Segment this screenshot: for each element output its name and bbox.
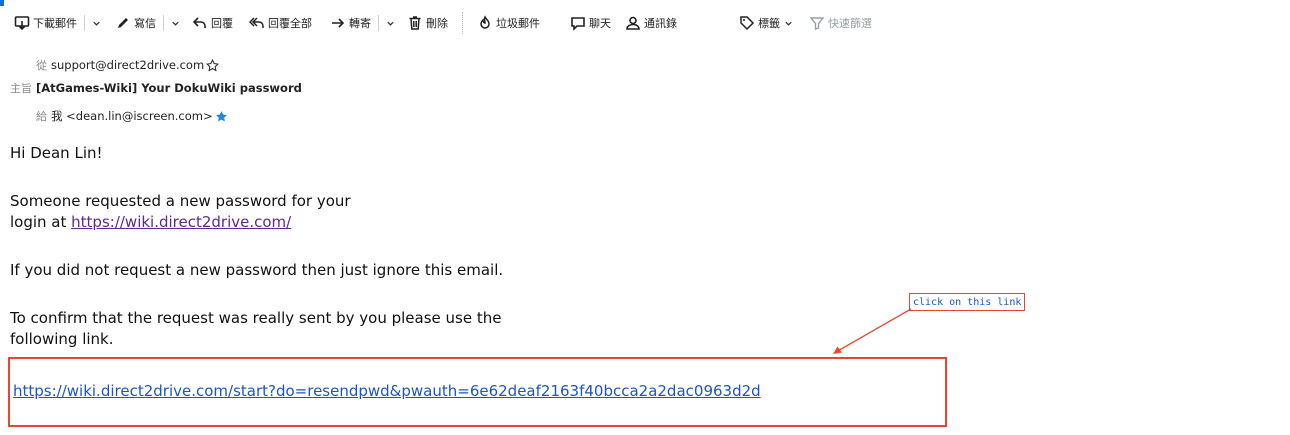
download-icon [14, 15, 30, 31]
to-label: 給 [36, 110, 47, 123]
contacts-icon [625, 15, 641, 31]
toolbar-divider [378, 15, 379, 31]
trash-icon [407, 15, 423, 31]
click-callout: click on this link [909, 293, 1026, 311]
toolbar-divider [84, 15, 85, 31]
chat-button[interactable]: 聊天 [566, 12, 615, 34]
download-dropdown-chevron-icon[interactable] [91, 15, 101, 31]
chat-icon [570, 15, 586, 31]
contacts-label: 通訊錄 [644, 17, 677, 30]
from-row: 從 support@direct2drive.com [36, 57, 220, 73]
to-address[interactable]: 我 <dean.lin@iscreen.com> [51, 108, 213, 124]
junk-icon [477, 15, 493, 31]
pencil-icon [115, 15, 131, 31]
quick-filter-label: 快速篩選 [828, 17, 872, 30]
subject-value: [AtGames-Wiki] Your DokuWiki password [36, 81, 302, 95]
tag-icon [739, 15, 755, 31]
tags-chevron-icon [783, 15, 793, 31]
from-label: 從 [36, 59, 47, 72]
star-outline-icon[interactable] [206, 58, 220, 72]
subject-row: 主旨 [AtGames-Wiki] Your DokuWiki password [10, 80, 302, 96]
forward-dropdown-chevron-icon[interactable] [385, 15, 395, 31]
junk-button[interactable]: 垃圾郵件 [473, 12, 544, 34]
from-address[interactable]: support@direct2drive.com [51, 58, 204, 72]
compose-button[interactable]: 寫信 [111, 12, 160, 34]
para1-prefix: login at [10, 213, 72, 231]
reply-label: 回覆 [211, 17, 233, 30]
mail-toolbar: 下載郵件 寫信 回覆 回覆全部 轉寄 刪除 垃圾郵件 聊天 通訊錄 標籤 快速篩… [0, 8, 1290, 38]
reply-all-icon [249, 15, 265, 31]
para3-line2: following link. [10, 330, 114, 348]
tags-button[interactable]: 標籤 [735, 12, 797, 34]
para2: If you did not request a new password th… [10, 261, 504, 279]
reply-all-label: 回覆全部 [268, 17, 312, 30]
download-label: 下載郵件 [33, 17, 77, 30]
para1-line1: Someone requested a new password for you… [10, 192, 351, 210]
to-row: 給 我 <dean.lin@iscreen.com> [36, 108, 228, 124]
para1-line2: login at https://wiki.direct2drive.com/ [10, 212, 291, 233]
compose-dropdown-chevron-icon[interactable] [170, 15, 180, 31]
greeting: Hi Dean Lin! [10, 144, 103, 162]
para3-line1: To confirm that the request was really s… [10, 309, 502, 327]
compose-label: 寫信 [134, 17, 156, 30]
reply-button[interactable]: 回覆 [188, 12, 237, 34]
reset-password-link[interactable]: https://wiki.direct2drive.com/start?do=r… [13, 381, 761, 402]
delete-label: 刪除 [426, 17, 448, 30]
forward-icon [330, 15, 346, 31]
tags-label: 標籤 [758, 17, 780, 30]
subject-label: 主旨 [10, 82, 32, 95]
reply-all-button[interactable]: 回覆全部 [245, 12, 316, 34]
chat-label: 聊天 [589, 17, 611, 30]
wiki-link[interactable]: https://wiki.direct2drive.com/ [71, 213, 291, 231]
forward-button[interactable]: 轉寄 [326, 12, 375, 34]
window-accent-bar [0, 0, 4, 6]
download-button[interactable]: 下載郵件 [10, 12, 81, 34]
toolbar-divider [163, 15, 164, 31]
junk-label: 垃圾郵件 [496, 17, 540, 30]
quick-filter-button[interactable]: 快速篩選 [805, 12, 876, 34]
filter-icon [809, 15, 825, 31]
star-filled-icon[interactable] [215, 110, 228, 123]
forward-label: 轉寄 [349, 17, 371, 30]
toolbar-dotted-divider [462, 12, 463, 34]
contacts-button[interactable]: 通訊錄 [621, 12, 681, 34]
reply-icon [192, 15, 208, 31]
delete-button[interactable]: 刪除 [403, 12, 452, 34]
